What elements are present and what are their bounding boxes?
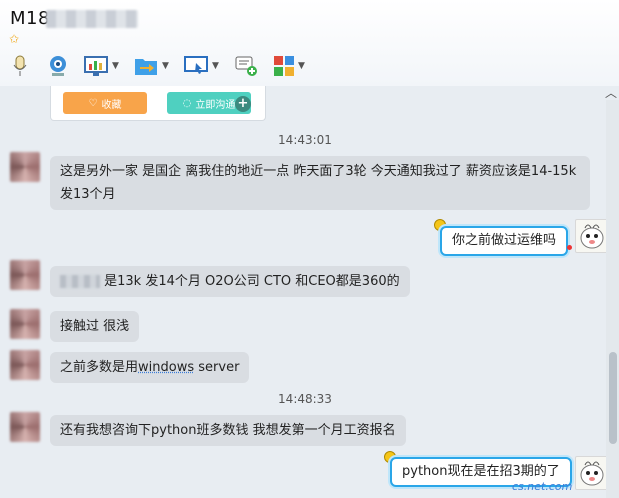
timestamp: 14:43:01 (278, 133, 332, 147)
my-message-bubble: 你之前做过运维吗 (440, 226, 569, 256)
star-icon[interactable]: ✩ (9, 32, 19, 46)
watermark: cs.net.com (512, 480, 573, 493)
chevron-down-icon[interactable]: ▼ (298, 61, 305, 71)
collapse-icon[interactable]: ︿ (605, 84, 617, 101)
message-text: python现在是在招3期的了 (402, 464, 560, 479)
message-bubble: 是13k 发14个月 O2O公司 CTO 和CEO都是360的 (50, 266, 410, 297)
unread-dot (567, 245, 572, 250)
message-text: 是13k 发14个月 O2O公司 CTO 和CEO都是360的 (104, 274, 400, 289)
chat-bubble-icon: ◌ (182, 97, 192, 109)
job-card: ♡ 收藏 ◌ 立即沟通 + (50, 86, 266, 121)
chat-header: M18 ✩ ▼ ▼ ▼ ▼ (0, 0, 619, 86)
message-text: 你之前做过运维吗 (452, 233, 557, 248)
screen-share-icon[interactable] (82, 52, 110, 80)
chat-now-label: 立即沟通 (195, 99, 236, 111)
message-link[interactable]: windows (138, 360, 194, 375)
favorite-button[interactable]: ♡ 收藏 (63, 92, 147, 114)
timestamp: 14:48:33 (278, 392, 332, 406)
message-text: server (194, 360, 240, 375)
message-bubble: 之前多数是用windows server (50, 352, 250, 383)
chevron-down-icon[interactable]: ▼ (212, 61, 219, 71)
message-text: 还有我想咨询下python班多数钱 我想发第一个月工资报名 (60, 423, 396, 438)
avatar[interactable] (10, 260, 40, 290)
message-bubble: 还有我想咨询下python班多数钱 我想发第一个月工资报名 (50, 415, 406, 446)
zoom-in-icon[interactable]: + (235, 96, 251, 112)
scrollbar[interactable] (606, 100, 619, 498)
avatar[interactable] (10, 350, 40, 380)
chat-add-icon[interactable] (232, 52, 260, 80)
message-bubble: 这是另外一家 是国企 离我住的地近一点 昨天面了3轮 今天通知我过了 薪资应该是… (50, 156, 590, 210)
message-text: 发13个月 (60, 187, 116, 202)
chevron-down-icon[interactable]: ▼ (112, 61, 119, 71)
window-title: M18 (10, 8, 50, 29)
chevron-down-icon[interactable]: ▼ (162, 61, 169, 71)
message-bubble: 接触过 很浅 (50, 311, 140, 342)
avatar[interactable] (10, 309, 40, 339)
message-text: 之前多数是用 (60, 360, 139, 375)
message-text: 这是另外一家 是国企 离我住的地近一点 昨天面了3轮 今天通知我过了 薪资应该是… (60, 164, 577, 179)
webcam-icon[interactable] (44, 52, 72, 80)
avatar[interactable] (10, 412, 40, 442)
my-avatar[interactable] (575, 219, 609, 253)
my-avatar[interactable] (575, 456, 609, 490)
remote-desktop-icon[interactable] (182, 52, 210, 80)
folder-transfer-icon[interactable] (132, 52, 160, 80)
favorite-label: 收藏 (101, 99, 122, 111)
message-text: 接触过 很浅 (60, 319, 130, 334)
avatar[interactable] (10, 152, 40, 182)
heart-icon: ♡ (88, 97, 98, 109)
microphone-icon[interactable] (6, 52, 34, 80)
redacted-text (60, 275, 100, 288)
redacted-name (46, 10, 138, 28)
apps-icon[interactable] (270, 52, 298, 80)
scroll-thumb[interactable] (609, 352, 617, 444)
